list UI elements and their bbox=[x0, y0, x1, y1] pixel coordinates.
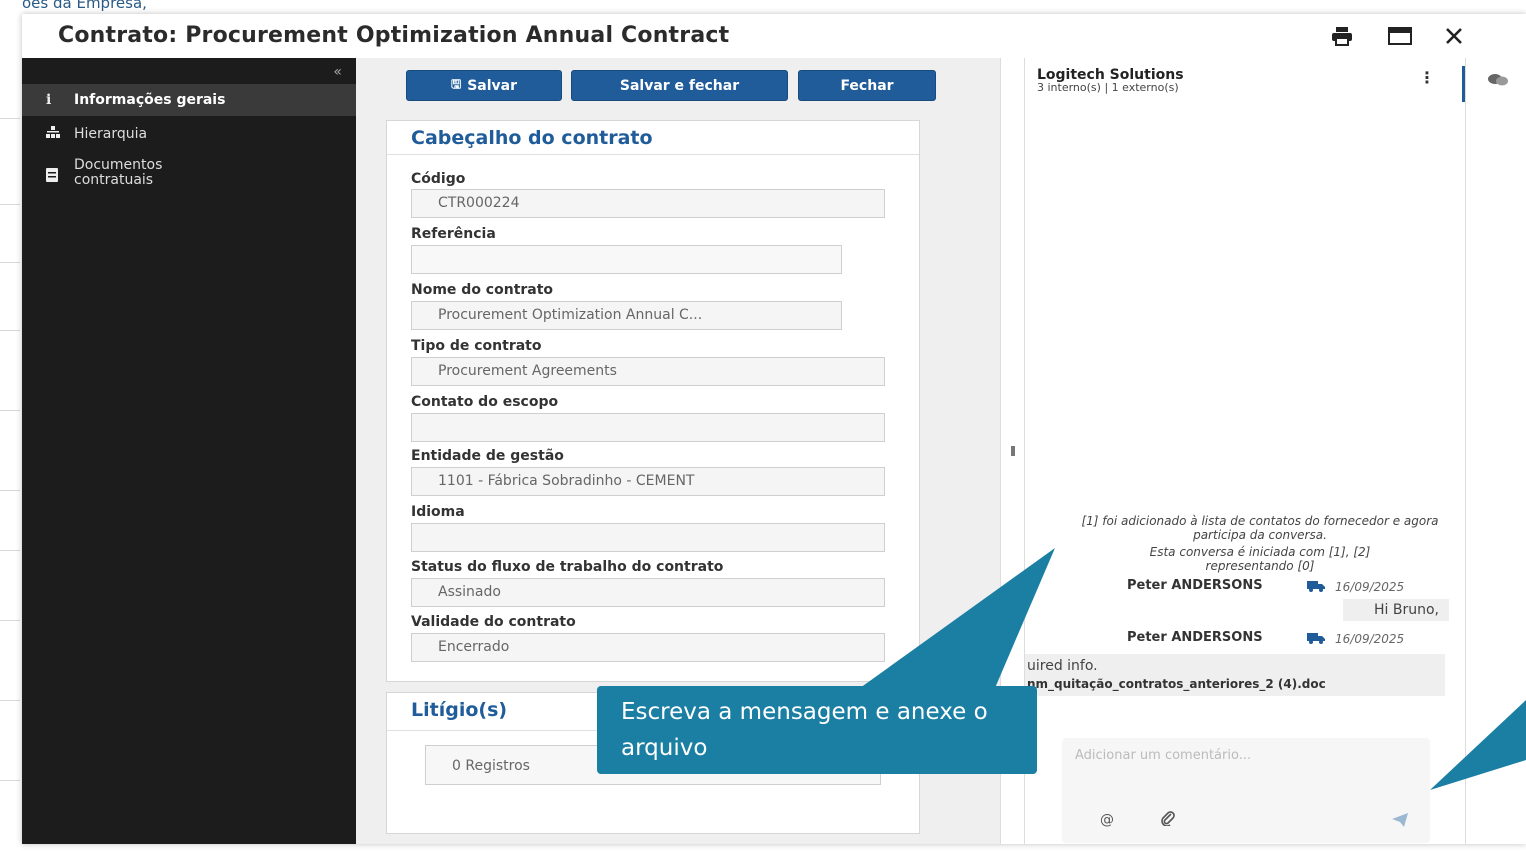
tutorial-callout: Escreva a mensagem e anexe o arquivo bbox=[597, 686, 1037, 774]
callout-arrow-secondary bbox=[1430, 700, 1526, 790]
callout-arrow bbox=[860, 548, 1055, 688]
